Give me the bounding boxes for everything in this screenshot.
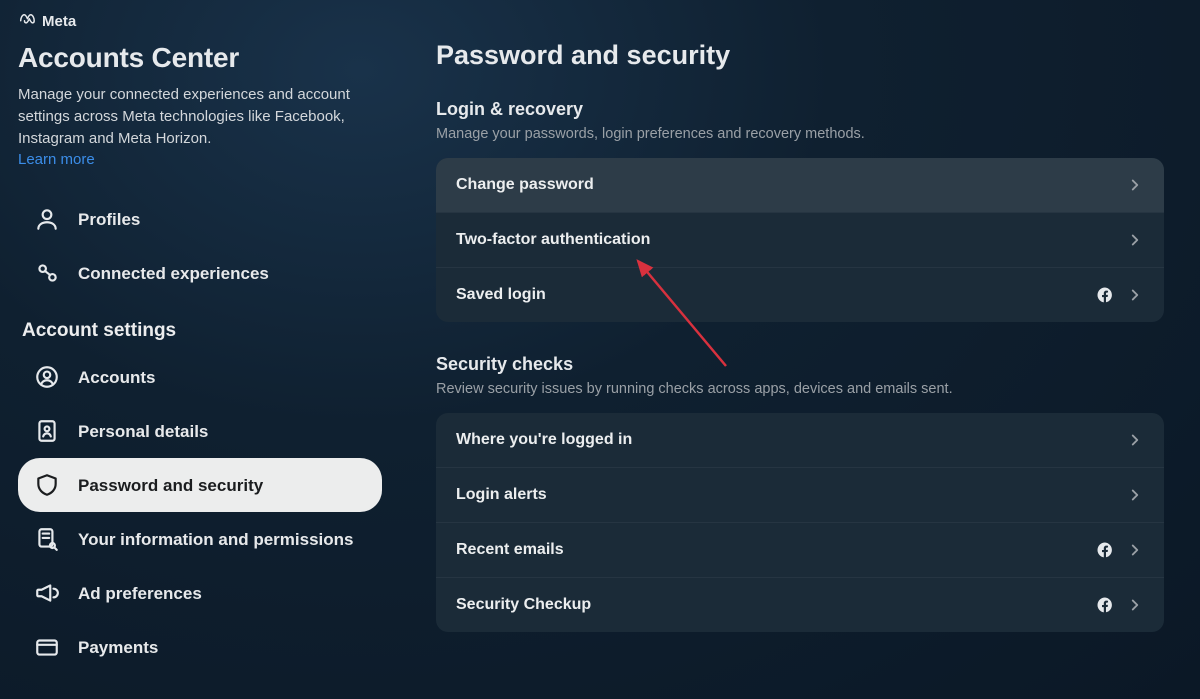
chevron-right-icon <box>1126 486 1144 504</box>
brand: Meta <box>18 10 382 32</box>
sidebar-item-personal-details[interactable]: Personal details <box>18 404 382 458</box>
facebook-icon <box>1096 541 1114 559</box>
row-label: Security Checkup <box>456 596 591 614</box>
sidebar-title: Accounts Center <box>18 42 382 74</box>
shield-icon <box>34 472 60 498</box>
megaphone-icon <box>34 580 60 606</box>
sidebar-description: Manage your connected experiences and ac… <box>18 84 382 149</box>
section-description: Review security issues by running checks… <box>436 381 1164 397</box>
row-change-password[interactable]: Change password <box>436 158 1164 212</box>
sidebar-item-label: Connected experiences <box>78 263 269 284</box>
sidebar-item-ad-preferences[interactable]: Ad preferences <box>18 566 382 620</box>
sidebar-item-profiles[interactable]: Profiles <box>18 192 382 246</box>
sidebar-item-accounts[interactable]: Accounts <box>18 350 382 404</box>
sidebar-item-your-info[interactable]: Your information and permissions <box>18 512 382 566</box>
chevron-right-icon <box>1126 286 1144 304</box>
page-title: Password and security <box>436 40 1164 71</box>
row-where-logged-in[interactable]: Where you're logged in <box>436 413 1164 467</box>
document-key-icon <box>34 526 60 552</box>
sidebar-item-payments[interactable]: Payments <box>18 620 382 674</box>
sidebar: Meta Accounts Center Manage your connect… <box>0 0 400 699</box>
learn-more-link[interactable]: Learn more <box>18 151 95 168</box>
brand-name: Meta <box>42 13 76 30</box>
chevron-right-icon <box>1126 431 1144 449</box>
sidebar-item-label: Accounts <box>78 367 155 388</box>
facebook-icon <box>1096 286 1114 304</box>
connected-icon <box>34 260 60 286</box>
accounts-icon <box>34 364 60 390</box>
section-title: Security checks <box>436 354 1164 375</box>
sidebar-item-label: Ad preferences <box>78 583 202 604</box>
row-two-factor-auth[interactable]: Two-factor authentication <box>436 212 1164 267</box>
sidebar-item-label: Payments <box>78 637 158 658</box>
chevron-right-icon <box>1126 596 1144 614</box>
row-label: Recent emails <box>456 541 564 559</box>
credit-card-icon <box>34 634 60 660</box>
meta-logo-icon <box>18 10 36 32</box>
facebook-icon <box>1096 596 1114 614</box>
sidebar-item-password-security[interactable]: Password and security <box>18 458 382 512</box>
sidebar-item-connected-experiences[interactable]: Connected experiences <box>18 246 382 300</box>
sidebar-item-label: Profiles <box>78 209 140 230</box>
sidebar-section-heading: Account settings <box>18 300 382 350</box>
sidebar-item-label: Password and security <box>78 475 263 496</box>
row-recent-emails[interactable]: Recent emails <box>436 522 1164 577</box>
row-saved-login[interactable]: Saved login <box>436 267 1164 322</box>
row-security-checkup[interactable]: Security Checkup <box>436 577 1164 632</box>
section-security-checks: Security checks Review security issues b… <box>436 354 1164 632</box>
section-title: Login & recovery <box>436 99 1164 120</box>
row-label: Two-factor authentication <box>456 231 650 249</box>
section-description: Manage your passwords, login preferences… <box>436 126 1164 142</box>
section-login-recovery: Login & recovery Manage your passwords, … <box>436 99 1164 322</box>
profile-icon <box>34 206 60 232</box>
chevron-right-icon <box>1126 176 1144 194</box>
id-card-icon <box>34 418 60 444</box>
row-login-alerts[interactable]: Login alerts <box>436 467 1164 522</box>
security-checks-card: Where you're logged in Login alerts Rece… <box>436 413 1164 632</box>
sidebar-item-label: Personal details <box>78 421 208 442</box>
row-label: Where you're logged in <box>456 431 632 449</box>
chevron-right-icon <box>1126 541 1144 559</box>
login-recovery-card: Change password Two-factor authenticatio… <box>436 158 1164 322</box>
main-content: Password and security Login & recovery M… <box>400 0 1200 699</box>
chevron-right-icon <box>1126 231 1144 249</box>
row-label: Login alerts <box>456 486 547 504</box>
sidebar-item-label: Your information and permissions <box>78 529 354 550</box>
row-label: Saved login <box>456 286 546 304</box>
row-label: Change password <box>456 176 594 194</box>
